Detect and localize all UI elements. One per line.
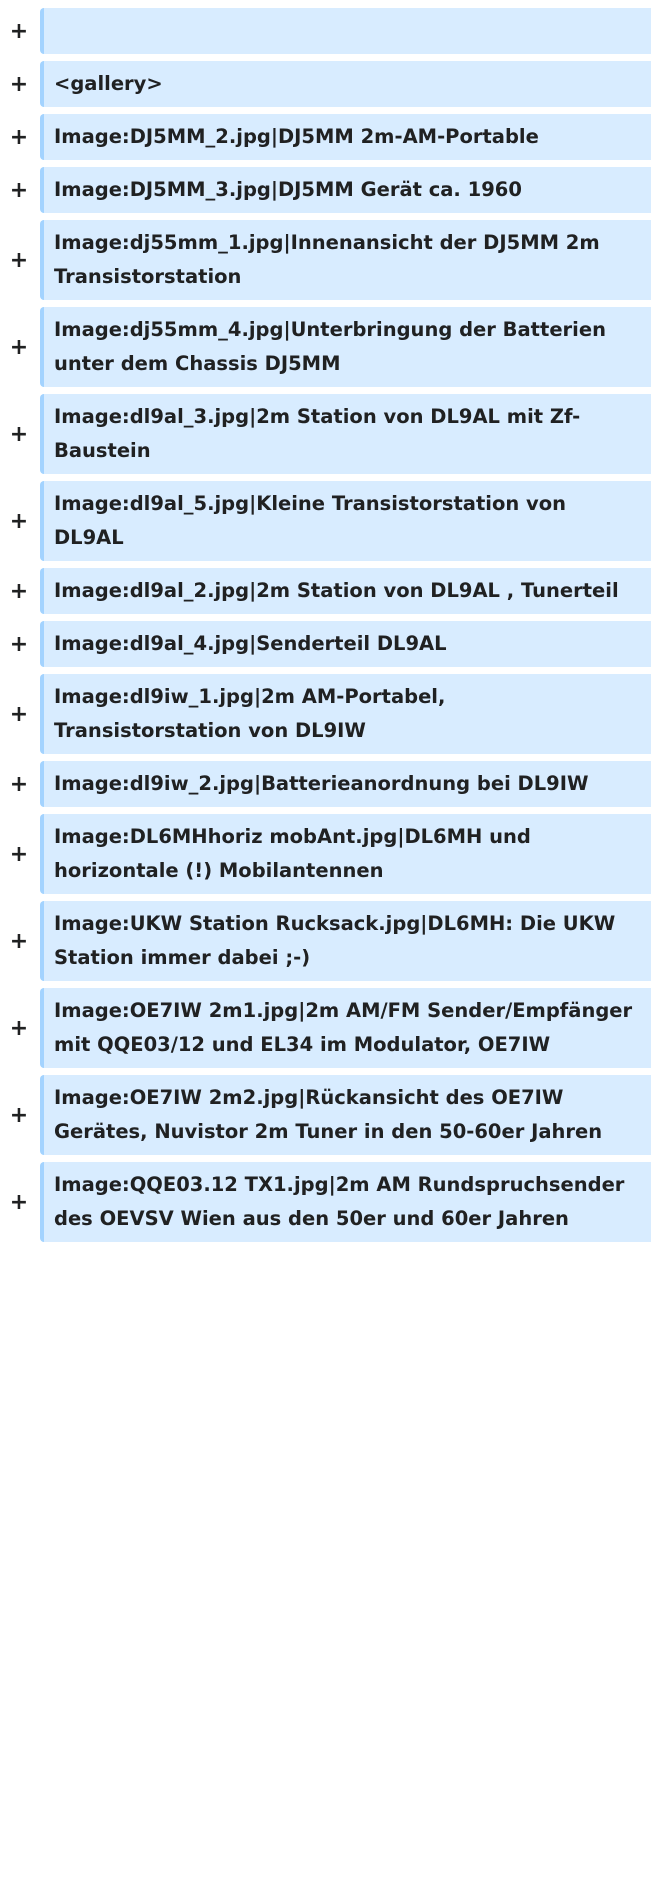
added-line: Image:DJ5MM_2.jpg|DJ5MM 2m-AM-Portable: [40, 114, 651, 160]
added-marker: +: [9, 1015, 29, 1041]
added-line: <gallery>: [40, 61, 651, 107]
diff-row: + Image:dj55mm_4.jpg|Unterbringung der B…: [0, 307, 651, 387]
added-marker: +: [9, 334, 29, 360]
diff-added-lines: + + <gallery> + Image:DJ5MM_2.jpg|DJ5MM …: [0, 0, 651, 1242]
diff-row: + Image:QQE03.12 TX1.jpg|2m AM Rundspruc…: [0, 1162, 651, 1242]
diff-row: + Image:DJ5MM_3.jpg|DJ5MM Gerät ca. 1960: [0, 167, 651, 213]
added-marker: +: [9, 1189, 29, 1215]
diff-row: + Image:dl9iw_1.jpg|2m AM-Portabel, Tran…: [0, 674, 651, 754]
added-line: Image:DJ5MM_3.jpg|DJ5MM Gerät ca. 1960: [40, 167, 651, 213]
diff-row: + Image:OE7IW 2m1.jpg|2m AM/FM Sender/Em…: [0, 988, 651, 1068]
diff-row: + <gallery>: [0, 61, 651, 107]
added-marker: +: [9, 631, 29, 657]
added-line: Image:dl9al_4.jpg|Senderteil DL9AL: [40, 621, 651, 667]
added-line: [40, 8, 651, 54]
added-marker: +: [9, 701, 29, 727]
added-marker: +: [9, 71, 29, 97]
added-line: Image:OE7IW 2m1.jpg|2m AM/FM Sender/Empf…: [40, 988, 651, 1068]
added-line: Image:dj55mm_4.jpg|Unterbringung der Bat…: [40, 307, 651, 387]
added-line: Image:QQE03.12 TX1.jpg|2m AM Rundspruchs…: [40, 1162, 651, 1242]
diff-row: + Image:DJ5MM_2.jpg|DJ5MM 2m-AM-Portable: [0, 114, 651, 160]
diff-row: + Image:UKW Station Rucksack.jpg|DL6MH: …: [0, 901, 651, 981]
diff-row: + Image:dl9al_4.jpg|Senderteil DL9AL: [0, 621, 651, 667]
added-marker: +: [9, 18, 29, 44]
added-marker: +: [9, 841, 29, 867]
added-line: Image:DL6MHhoriz mobAnt.jpg|DL6MH und ho…: [40, 814, 651, 894]
added-marker: +: [9, 421, 29, 447]
diff-row: + Image:OE7IW 2m2.jpg|Rückansicht des OE…: [0, 1075, 651, 1155]
added-marker: +: [9, 771, 29, 797]
added-marker: +: [9, 124, 29, 150]
diff-row: + Image:dj55mm_1.jpg|Innenansicht der DJ…: [0, 220, 651, 300]
added-marker: +: [9, 1102, 29, 1128]
diff-row: +: [0, 8, 651, 54]
diff-row: + Image:dl9iw_2.jpg|Batterieanordnung be…: [0, 761, 651, 807]
added-line: Image:dl9iw_2.jpg|Batterieanordnung bei …: [40, 761, 651, 807]
added-line: Image:dj55mm_1.jpg|Innenansicht der DJ5M…: [40, 220, 651, 300]
added-marker: +: [9, 578, 29, 604]
added-line: Image:dl9al_5.jpg|Kleine Transistorstati…: [40, 481, 651, 561]
added-line: Image:dl9al_2.jpg|2m Station von DL9AL ,…: [40, 568, 651, 614]
diff-row: + Image:dl9al_3.jpg|2m Station von DL9AL…: [0, 394, 651, 474]
added-line: Image:OE7IW 2m2.jpg|Rückansicht des OE7I…: [40, 1075, 651, 1155]
added-marker: +: [9, 508, 29, 534]
diff-row: + Image:dl9al_5.jpg|Kleine Transistorsta…: [0, 481, 651, 561]
diff-row: + Image:dl9al_2.jpg|2m Station von DL9AL…: [0, 568, 651, 614]
added-marker: +: [9, 247, 29, 273]
added-line: Image:dl9iw_1.jpg|2m AM-Portabel, Transi…: [40, 674, 651, 754]
added-marker: +: [9, 177, 29, 203]
added-marker: +: [9, 928, 29, 954]
added-line: Image:dl9al_3.jpg|2m Station von DL9AL m…: [40, 394, 651, 474]
diff-row: + Image:DL6MHhoriz mobAnt.jpg|DL6MH und …: [0, 814, 651, 894]
added-line: Image:UKW Station Rucksack.jpg|DL6MH: Di…: [40, 901, 651, 981]
